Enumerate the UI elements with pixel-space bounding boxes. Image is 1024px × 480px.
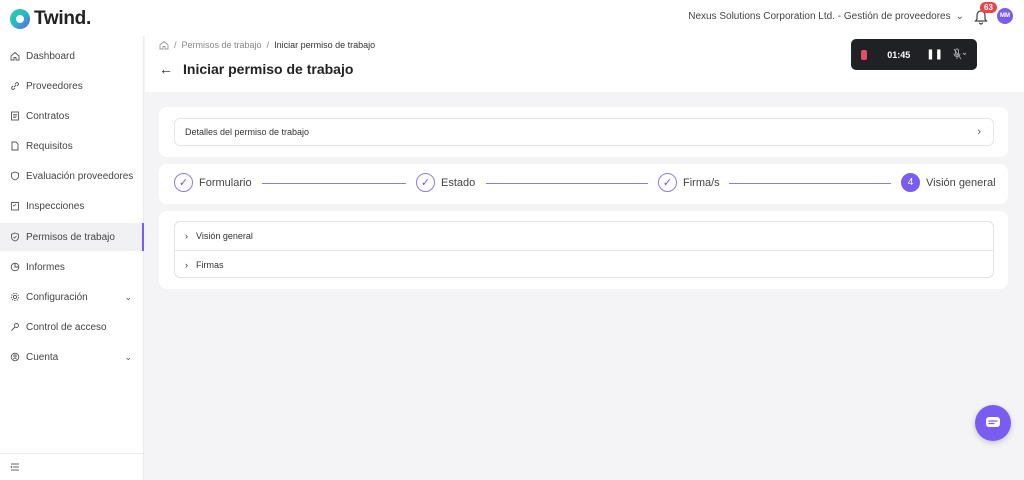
breadcrumb-separator: / [266,40,270,50]
mic-muted-icon[interactable] [953,48,967,62]
pause-icon[interactable]: ❚❚ [926,49,943,60]
sidebar-item-label: Contratos [26,110,70,122]
breadcrumb: / Permisos de trabajo / Iniciar permiso … [159,40,375,50]
key-icon [10,322,20,332]
gear-icon [10,292,20,302]
document-icon [10,111,20,121]
sidebar-item-label: Inspecciones [26,200,85,212]
sidebar-item-informes[interactable]: Informes [0,253,144,281]
step-connector [262,183,406,184]
accordion-item-vision-general[interactable]: › Visión general [175,222,993,250]
chevron-down-icon: ⌄ [124,291,132,302]
sidebar-item-label: Evaluación proveedores [26,170,134,182]
recording-time: 01:45 [887,49,911,60]
details-row[interactable]: Detalles del permiso de trabajo › [174,118,994,146]
stop-recording-icon[interactable] [861,49,868,60]
back-arrow-icon[interactable]: ← [159,61,173,77]
organization-name: Nexus Solutions Corporation Ltd. - Gesti… [688,11,951,22]
accordion-label: Visión general [196,231,253,241]
user-circle-icon [10,352,20,362]
page-title: Iniciar permiso de trabajo [183,61,354,77]
screen-recorder: 01:45 ❚❚ [851,39,977,70]
sidebar-item-label: Requisitos [26,140,73,152]
accordion-item-firmas[interactable]: › Firmas [175,250,993,278]
collapse-menu-icon [10,463,19,471]
page-title-row: ← Iniciar permiso de trabajo [159,61,353,77]
sidebar-item-control-de-acceso[interactable]: Control de acceso [0,313,144,341]
sidebar-item-label: Dashboard [26,50,75,62]
details-label: Detalles del permiso de trabajo [185,127,310,137]
pie-chart-icon [10,262,20,272]
file-icon [10,141,20,151]
shield-check-icon [10,232,20,242]
step-connector [486,183,648,184]
sidebar-item-configuracion[interactable]: Configuración ⌄ [0,283,144,311]
chevron-right-icon: › [977,126,981,138]
check-icon: ✓ [174,173,193,192]
step-label: Formulario [199,176,252,189]
logo-mark-icon [10,9,30,29]
sidebar-item-evaluacion-proveedores[interactable]: Evaluación proveedores [0,162,144,190]
sidebar-item-cuenta[interactable]: Cuenta ⌄ [0,343,144,371]
link-icon [10,81,20,91]
sidebar-item-dashboard[interactable]: Dashboard [0,42,144,70]
step-label: Firma/s [683,176,720,189]
stepper-card [159,164,1008,204]
notification-badge: 63 [980,2,997,13]
step-formulario[interactable]: ✓ Formulario [174,173,252,192]
home-icon[interactable] [159,40,169,50]
sidebar-item-permisos-de-trabajo[interactable]: Permisos de trabajo [0,223,144,251]
sidebar-item-inspecciones[interactable]: Inspecciones [0,192,144,220]
app-logo[interactable]: Twind. [10,8,91,30]
chevron-down-icon: ⌄ [955,11,964,22]
step-estado[interactable]: ✓ Estado [416,173,475,192]
step-vision-general[interactable]: 4 Visión general [901,173,996,192]
collapse-sidebar-button[interactable] [0,453,144,480]
sidebar-item-label: Cuenta [26,351,59,363]
user-avatar[interactable]: MM [997,8,1013,24]
breadcrumb-current: Iniciar permiso de trabajo [274,40,376,50]
step-label: Visión general [926,176,996,189]
accordion: › Visión general › Firmas [174,221,994,278]
sidebar-item-label: Permisos de trabajo [26,231,115,243]
step-number: 4 [901,173,920,192]
sidebar-item-requisitos[interactable]: Requisitos [0,132,144,160]
step-connector [729,183,891,184]
sidebar-item-proveedores[interactable]: Proveedores [0,72,144,100]
chevron-right-icon: › [185,231,188,241]
step-label: Estado [441,176,476,189]
sidebar-item-label: Configuración [26,291,88,303]
clipboard-icon [10,201,20,211]
shield-icon [10,171,20,181]
chevron-right-icon: › [185,259,188,270]
logo-text: Twind. [34,8,91,29]
check-icon: ✓ [416,173,435,192]
home-icon [10,51,20,61]
check-icon: ✓ [658,173,677,192]
chat-button[interactable] [975,405,1011,441]
accordion-label: Firmas [196,259,224,270]
sidebar-item-label: Proveedores [26,80,83,92]
chevron-down-icon: ⌄ [124,351,132,362]
top-bar: Twind. Nexus Solutions Corporation Ltd. … [0,0,1024,36]
step-firmas[interactable]: ✓ Firma/s [658,173,720,192]
sidebar-item-label: Informes [26,261,65,273]
organization-selector[interactable]: Nexus Solutions Corporation Ltd. - Gesti… [688,11,964,22]
sidebar-item-contratos[interactable]: Contratos [0,102,144,130]
breadcrumb-parent[interactable]: Permisos de trabajo [182,40,262,50]
chat-icon [986,417,1000,427]
breadcrumb-separator: / [174,40,177,50]
sidebar: Dashboard Proveedores Contratos Requisit… [0,36,144,480]
sidebar-item-label: Control de acceso [26,321,107,333]
